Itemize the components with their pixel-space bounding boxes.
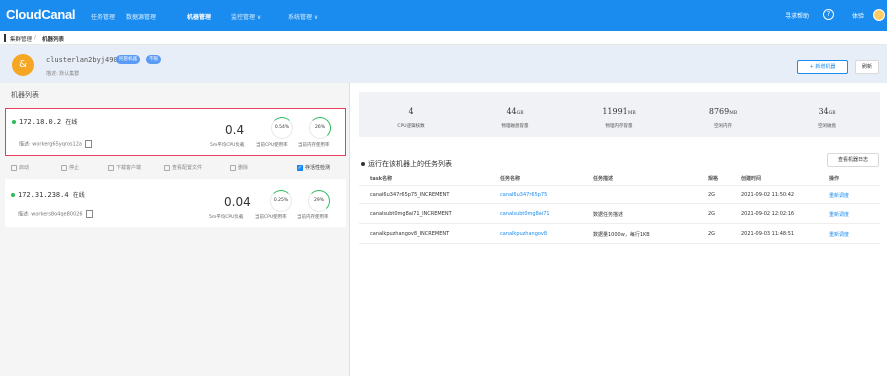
- task-spec: 2G: [708, 192, 716, 198]
- machine-toolbar: 启动 停止 下载客户端 查看配置文件 删除 ✓ 存活性检测: [5, 161, 346, 174]
- task-spec: 2G: [708, 231, 716, 237]
- reschedule-link[interactable]: 重新调度: [829, 211, 849, 218]
- cluster-tag-hosted: 托管机器: [116, 55, 140, 64]
- download-icon: [108, 164, 114, 171]
- stop-button[interactable]: 停止: [61, 164, 79, 171]
- cpu-usage-label: 当前CPU使用率: [255, 215, 287, 220]
- col-header-spec: 规格: [708, 176, 719, 182]
- task-desc: 数据任务描述: [593, 212, 624, 218]
- user-name[interactable]: 体验: [852, 11, 864, 20]
- reschedule-link[interactable]: 重新调度: [829, 231, 849, 238]
- breadcrumb-bar: [4, 34, 6, 42]
- mem-usage-label: 当前内存使用率: [298, 143, 330, 148]
- task-id: canal6u347r65p75_INCREMENT: [370, 192, 450, 198]
- nav-system-mgmt[interactable]: 系统管理 ∨: [288, 12, 318, 21]
- start-button[interactable]: 启动: [11, 164, 29, 171]
- machine-card[interactable]: 172.31.238.4 在线 描述: workers8o4qe80026 0.…: [5, 179, 346, 227]
- reschedule-link[interactable]: 重新调度: [829, 192, 849, 199]
- table-row: canalsubt0mg8ai71_INCREMENT canalsubt0mg…: [359, 205, 880, 224]
- col-header-created: 创建时间: [741, 176, 762, 182]
- task-name-link[interactable]: canal6u347r65p75: [500, 192, 547, 198]
- help-link[interactable]: 寻求帮助: [785, 11, 809, 20]
- col-header-desc: 任务描述: [593, 176, 614, 182]
- machine-card[interactable]: 172.18.0.2 在线 描述: workerg65yqros12a 0.4 …: [5, 108, 346, 156]
- col-header-task: task名称: [370, 176, 393, 182]
- cpu-load-label: 5m平均CPU负载: [210, 143, 245, 148]
- machine-desc: 描述: workers8o4qe80026: [18, 210, 93, 218]
- checkbox-checked-icon: ✓: [297, 164, 303, 171]
- task-id: canalkpuzhangov8_INCREMENT: [370, 231, 450, 237]
- machine-desc: 描述: workerg65yqros12a: [19, 140, 92, 148]
- view-config-button[interactable]: 查看配置文件: [164, 164, 202, 171]
- col-header-task-name: 任务名称: [500, 176, 521, 182]
- stat-disk-capacity: 44GB 物理磁盘容量: [501, 107, 529, 129]
- cpu-usage-label: 当前CPU使用率: [256, 143, 288, 148]
- cpu-usage-gauge: 0.54%: [271, 117, 293, 139]
- delete-button[interactable]: 删除: [230, 164, 248, 171]
- machine-list-title: 机器列表: [11, 91, 39, 99]
- task-name-link[interactable]: canalkpuzhangov8: [500, 231, 547, 237]
- machine-detail-panel: 4 CPU逻辑核数 44GB 物理磁盘容量 11991MB 物理内存容量 8769MB…: [350, 83, 887, 376]
- cluster-tag-unlimited: 不限: [146, 55, 161, 64]
- stat-free-memory: 8769MB 空闲内存: [708, 107, 738, 129]
- mem-usage-gauge: 26%: [309, 117, 331, 139]
- bullet-dot: [361, 162, 365, 166]
- breadcrumb-sep: /: [34, 35, 36, 41]
- trash-icon: [230, 164, 236, 171]
- cluster-desc: 描述: 默认集群: [46, 71, 80, 77]
- online-dot: [12, 120, 16, 124]
- online-dot: [11, 193, 15, 197]
- task-spec: 2G: [708, 211, 716, 217]
- table-row: canal6u347r65p75_INCREMENT canal6u347r65…: [359, 185, 880, 204]
- machine-list-panel: 机器列表 172.18.0.2 在线 描述: workerg65yqros12a…: [0, 83, 350, 376]
- task-id: canalsubt0mg8ai71_INCREMENT: [370, 211, 452, 217]
- breadcrumb-current: 机器列表: [42, 37, 65, 43]
- top-nav: CloudCanal 任务管理 数据源管理 机器管理 监控管理 ∨ 系统管理 ∨…: [0, 0, 887, 31]
- document-icon[interactable]: [84, 140, 92, 148]
- cluster-icon: &: [12, 54, 34, 76]
- stats-bar: 4 CPU逻辑核数 44GB 物理磁盘容量 11991MB 物理内存容量 8769MB…: [359, 92, 880, 137]
- task-list-title: 运行在该机器上的任务列表: [361, 159, 452, 169]
- mem-usage-gauge: 29%: [308, 190, 330, 212]
- question-icon[interactable]: ?: [823, 9, 834, 20]
- task-name-link[interactable]: canalsubt0mg8ai71: [500, 211, 550, 217]
- avatar[interactable]: [873, 9, 885, 21]
- task-created: 2021-09-02 12:02:16: [741, 211, 795, 217]
- cpu-load-label: 5m平均CPU负载: [209, 215, 244, 220]
- nav-datasource-mgmt[interactable]: 数据源管理: [126, 12, 156, 21]
- task-created: 2021-09-03 11:48:51: [741, 231, 795, 237]
- machine-ip: 172.31.238.4 在线: [11, 190, 85, 199]
- cpu-load-value: 0.04: [224, 195, 251, 209]
- file-icon: [164, 164, 170, 171]
- cluster-name: clusterlan2byj490: [46, 56, 118, 64]
- cpu-load-value: 0.4: [225, 123, 245, 137]
- stop-icon: [61, 164, 67, 171]
- nav-machine-mgmt[interactable]: 机器管理: [187, 12, 211, 21]
- task-desc: 数据量1000w，每行1KB: [593, 232, 650, 238]
- stat-memory-capacity: 11991MB 物理内存容量: [602, 107, 636, 129]
- stat-free-disk: 34GB 空闲磁盘: [818, 107, 836, 129]
- table-row: canalkpuzhangov8_INCREMENT canalkpuzhang…: [359, 225, 880, 244]
- nav-task-mgmt[interactable]: 任务管理: [91, 12, 115, 21]
- stat-cpu-cores: 4 CPU逻辑核数: [397, 107, 425, 129]
- mem-usage-label: 当前内存使用率: [297, 215, 329, 220]
- refresh-button[interactable]: 刷新: [855, 60, 879, 74]
- machine-ip: 172.18.0.2 在线: [12, 117, 77, 126]
- cpu-usage-gauge: 0.25%: [270, 190, 292, 212]
- liveness-check-toggle[interactable]: ✓ 存活性检测: [297, 164, 330, 171]
- cluster-header: & clusterlan2byj490 托管机器 不限 描述: 默认集群 + 新…: [0, 45, 887, 83]
- app-logo[interactable]: CloudCanal: [6, 7, 76, 22]
- document-icon[interactable]: [85, 210, 93, 218]
- breadcrumb: 集群管理 / 机器列表: [0, 31, 887, 45]
- breadcrumb-cluster[interactable]: 集群管理: [10, 35, 32, 43]
- view-logs-button[interactable]: 查看机器日志: [827, 153, 879, 167]
- task-created: 2021-09-02 11:50:42: [741, 192, 795, 198]
- col-header-action: 操作: [829, 176, 840, 182]
- power-icon: [11, 164, 17, 171]
- nav-monitor-mgmt[interactable]: 监控管理 ∨: [231, 12, 261, 21]
- download-client-button[interactable]: 下载客户端: [108, 164, 141, 171]
- add-machine-button[interactable]: + 新增机器: [797, 60, 848, 74]
